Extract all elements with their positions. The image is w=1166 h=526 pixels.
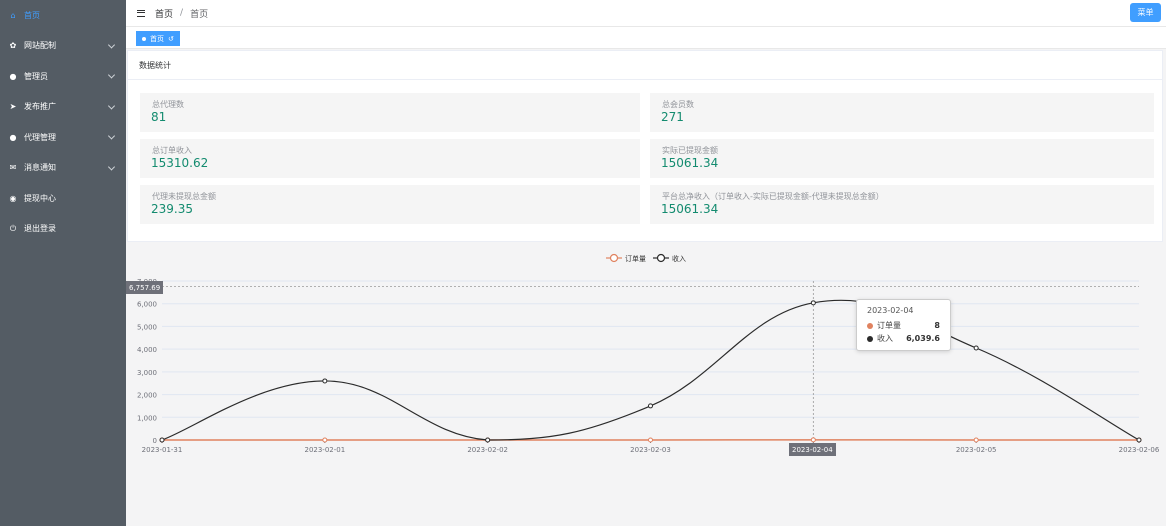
tooltip-series-value: 8 <box>934 321 940 330</box>
legend-label: 订单量 <box>625 254 646 263</box>
y-tick-label: 4,000 <box>137 346 157 354</box>
data-point <box>159 437 165 443</box>
data-point <box>485 437 491 443</box>
x-tick-label: 2023-02-01 <box>304 446 345 454</box>
data-point <box>648 403 653 409</box>
y-tick-label: 2,000 <box>137 392 157 400</box>
y-tick-label: 5,000 <box>137 323 157 331</box>
data-point <box>973 345 979 351</box>
chart-tooltip: 2023-02-04 订单量 8 收入 6,039.6 <box>856 299 951 351</box>
data-point <box>1136 437 1142 443</box>
data-point <box>322 378 328 384</box>
legend-marker <box>609 253 619 263</box>
data-point <box>648 437 653 443</box>
y-tick-label: 1,000 <box>137 414 157 422</box>
data-point <box>973 437 979 443</box>
tooltip-row: 订单量 8 <box>867 319 940 332</box>
y-tick-label: 3,000 <box>137 369 157 377</box>
data-point <box>810 300 816 306</box>
x-axis-pointer-label: 2023-02-04 <box>789 443 836 456</box>
y-tick-label: 0 <box>153 437 157 445</box>
tooltip-title: 2023-02-04 <box>867 306 914 315</box>
tooltip-series-value: 6,039.6 <box>906 334 940 343</box>
tooltip-row: 收入 6,039.6 <box>867 332 940 345</box>
series-line-income <box>161 299 1140 441</box>
tooltip-series-name: 订单量 <box>877 321 901 330</box>
x-tick-label: 2023-02-05 <box>956 446 997 454</box>
data-point <box>322 437 328 443</box>
tooltip-series-name: 收入 <box>877 334 893 343</box>
y-tick-label: 6,000 <box>137 301 157 309</box>
legend-label: 收入 <box>672 254 686 263</box>
x-tick-label: 2023-02-03 <box>630 446 671 454</box>
x-tick-label: 2023-02-06 <box>1119 446 1160 454</box>
line-chart[interactable]: 01,0002,0003,0004,0005,0006,0007,0002023… <box>0 0 1166 526</box>
legend-marker <box>656 253 666 263</box>
x-tick-label: 2023-02-02 <box>467 446 508 454</box>
data-point <box>810 437 816 443</box>
series-dot-icon <box>867 322 873 329</box>
y-axis-pointer-label: 6,757.69 <box>126 281 164 294</box>
series-dot-icon <box>867 335 873 342</box>
x-tick-label: 2023-01-31 <box>142 446 183 454</box>
